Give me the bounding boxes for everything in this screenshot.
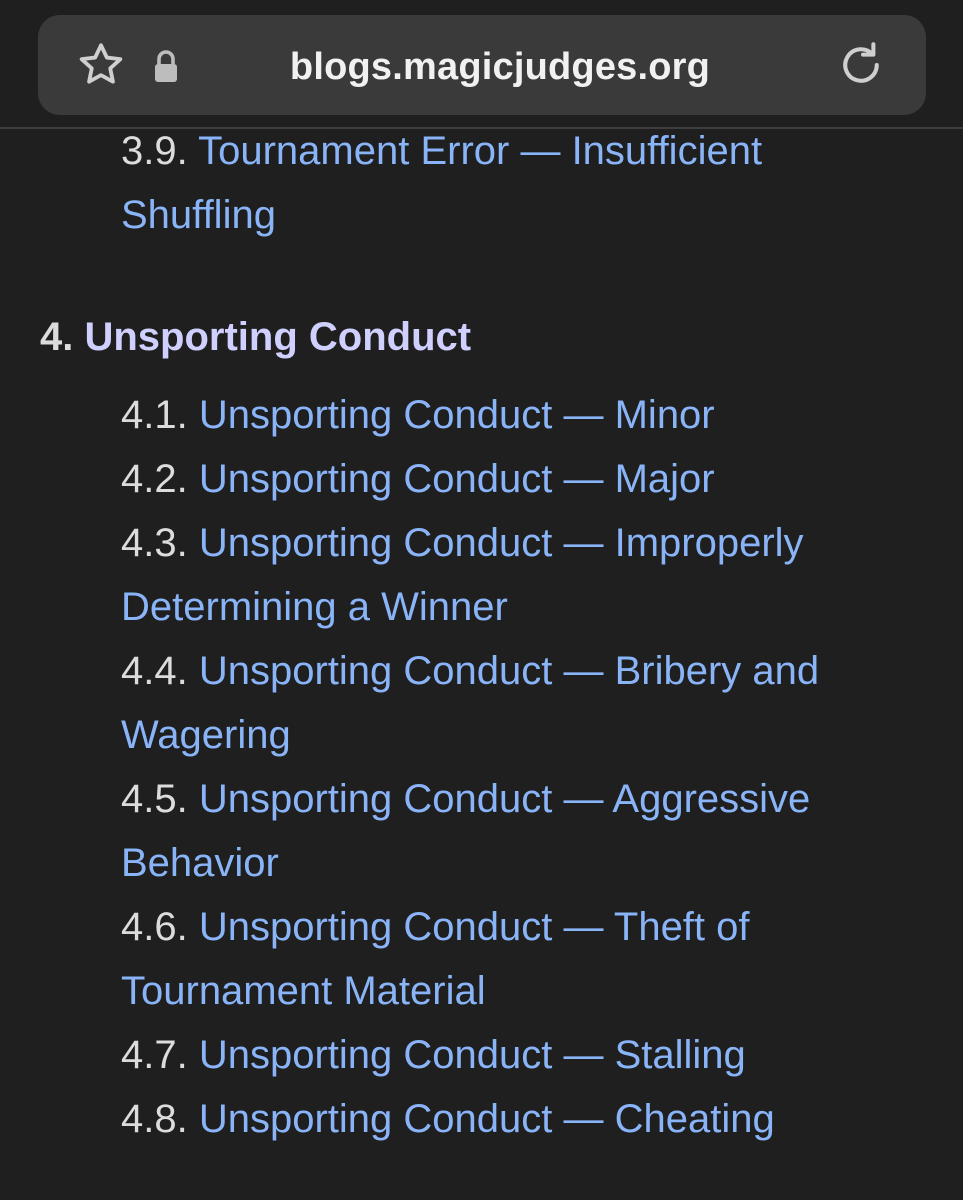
toc-item-4-1: 4.1. Unsporting Conduct — Minor [121,383,881,447]
toc-item-4-8: 4.8. Unsporting Conduct — Cheating [121,1087,881,1151]
url-text[interactable]: blogs.magicjudges.org [230,42,770,92]
toc-link[interactable]: Unsporting Conduct — Cheating [199,1097,775,1141]
toc-link[interactable]: Unsporting Conduct — Major [199,457,715,501]
toc-item-number: 3.9. [121,129,199,173]
toc-content: 3.9. Tournament Error — Insufficient Shu… [0,129,963,1200]
section-number: 4. [40,315,85,359]
toc-item-4-2: 4.2. Unsporting Conduct — Major [121,447,881,511]
section-link[interactable]: Unsporting Conduct [84,315,471,359]
toc-item-4-6: 4.6. Unsporting Conduct — Theft of Tourn… [121,895,881,1023]
toc-link[interactable]: Unsporting Conduct — Aggressive Behavior [121,777,810,885]
browser-toolbar: blogs.magicjudges.org [0,0,963,129]
reload-icon[interactable] [834,38,888,92]
toc-link[interactable]: Unsporting Conduct — Theft of Tournament… [121,905,750,1013]
toc-item-4-5: 4.5. Unsporting Conduct — Aggressive Beh… [121,767,881,895]
toc-item-number: 4.1. [121,393,199,437]
toc-item-3-9: 3.9. Tournament Error — Insufficient Shu… [121,119,881,247]
toc-item-4-4: 4.4. Unsporting Conduct — Bribery and Wa… [121,639,881,767]
star-icon[interactable] [74,38,128,92]
toc-item-number: 4.3. [121,521,199,565]
toc-item-number: 4.2. [121,457,199,501]
lock-icon [155,50,177,82]
toc-item-number: 4.4. [121,649,199,693]
toc-link[interactable]: Unsporting Conduct — Improperly Determin… [121,521,804,629]
toc-link[interactable]: Unsporting Conduct — Bribery and Wagerin… [121,649,819,757]
toc-item-4-7: 4.7. Unsporting Conduct — Stalling [121,1023,881,1087]
toc-item-number: 4.6. [121,905,199,949]
toc-link[interactable]: Unsporting Conduct — Stalling [199,1033,746,1077]
toc-item-number: 4.7. [121,1033,199,1077]
toc-link[interactable]: Tournament Error — Insufficient Shufflin… [121,129,762,237]
toc-item-number: 4.8. [121,1097,199,1141]
toc-link[interactable]: Unsporting Conduct — Minor [199,393,715,437]
toc-item-number: 4.5. [121,777,199,821]
toc-item-4-3: 4.3. Unsporting Conduct — Improperly Det… [121,511,881,639]
section-heading: 4. Unsporting Conduct [40,305,471,369]
